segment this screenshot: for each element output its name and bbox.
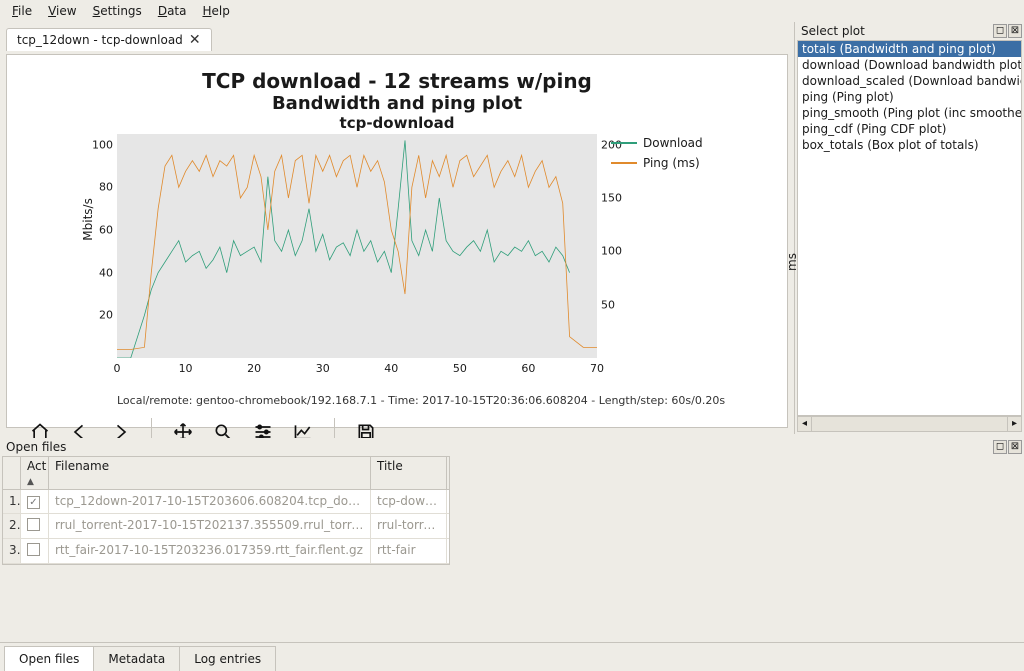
row-checkbox[interactable] xyxy=(21,490,49,513)
row-number: 2 xyxy=(3,514,21,538)
side-panel: Select plot ◻ ⊠ totals (Bandwidth and pi… xyxy=(794,22,1024,434)
plot-type-item[interactable]: ping_smooth (Ping plot (inc smoothed ave… xyxy=(798,105,1021,121)
plot-svg xyxy=(117,134,597,358)
legend-item: Download xyxy=(611,136,771,150)
y-axis-right-label: ms xyxy=(785,253,799,271)
row-number: 1 xyxy=(3,490,21,513)
chart-subtitle: Bandwidth and ping plot xyxy=(17,93,777,114)
open-files-header: Open files ◻ ⊠ xyxy=(0,438,1024,456)
plot-type-item[interactable]: totals (Bandwidth and ping plot) xyxy=(798,41,1021,57)
x-axis-ticks: 010203040506070 xyxy=(117,362,597,376)
side-panel-title: Select plot xyxy=(801,24,865,38)
col-act[interactable]: Act xyxy=(21,457,49,489)
chart-title: TCP download - 12 streams w/ping xyxy=(17,69,777,93)
row-checkbox[interactable] xyxy=(21,514,49,538)
bottom-tabs: Open files Metadata Log entries xyxy=(0,642,1024,670)
menu-file[interactable]: File xyxy=(4,2,40,20)
close-panel-icon[interactable]: ⊠ xyxy=(1008,440,1022,454)
plot-type-list[interactable]: totals (Bandwidth and ping plot)download… xyxy=(797,40,1022,416)
row-title: rrul-torrent xyxy=(371,514,447,538)
table-row[interactable]: 1 tcp_12down-2017-10-15T203606.608204.tcp… xyxy=(3,490,449,514)
open-files-table: Act Filename Title 1 tcp_12down-2017-10-1… xyxy=(2,456,450,565)
menu-settings[interactable]: Settings xyxy=(85,2,150,20)
table-header: Act Filename Title xyxy=(3,457,449,490)
row-filename: rtt_fair-2017-10-15T203236.017359.rtt_fa… xyxy=(49,539,371,563)
plot-type-item[interactable]: ping (Ping plot) xyxy=(798,89,1021,105)
plot-surface[interactable] xyxy=(117,134,597,358)
close-panel-icon[interactable]: ⊠ xyxy=(1008,24,1022,38)
y-axis-left-ticks: 20406080100 xyxy=(83,134,113,358)
chart-area: Mbits/s 20406080100 50100150200 01020304… xyxy=(73,134,777,390)
col-title[interactable]: Title xyxy=(371,457,447,489)
row-filename: rrul_torrent-2017-10-15T202137.355509.rr… xyxy=(49,514,371,538)
plot-type-item[interactable]: ping_cdf (Ping CDF plot) xyxy=(798,121,1021,137)
row-number: 3 xyxy=(3,539,21,563)
table-row[interactable]: 3 rtt_fair-2017-10-15T203236.017359.rtt_f… xyxy=(3,539,449,564)
plot-tab[interactable]: tcp_12down - tcp-download ✕ xyxy=(6,28,212,51)
detach-icon[interactable]: ◻ xyxy=(993,440,1007,454)
menu-view[interactable]: View xyxy=(40,2,84,20)
row-title: rtt-fair xyxy=(371,539,447,563)
row-checkbox[interactable] xyxy=(21,539,49,563)
tab-metadata[interactable]: Metadata xyxy=(93,646,180,671)
close-icon[interactable]: ✕ xyxy=(189,33,201,47)
plot-pane: tcp_12down - tcp-download ✕ TCP download… xyxy=(0,22,794,434)
plot-type-item[interactable]: box_totals (Box plot of totals) xyxy=(798,137,1021,153)
detach-icon[interactable]: ◻ xyxy=(993,24,1007,38)
plot-box: TCP download - 12 streams w/ping Bandwid… xyxy=(6,54,788,428)
open-files-title: Open files xyxy=(6,440,66,454)
chart-footer: Local/remote: gentoo-chromebook/192.168.… xyxy=(17,394,777,407)
col-filename[interactable]: Filename xyxy=(49,457,371,489)
tab-open-files[interactable]: Open files xyxy=(4,646,94,671)
plot-tab-strip: tcp_12down - tcp-download ✕ xyxy=(6,28,212,54)
table-row[interactable]: 2 rrul_torrent-2017-10-15T202137.355509.r… xyxy=(3,514,449,539)
legend: Download Ping (ms) xyxy=(611,136,771,176)
col-rownum[interactable] xyxy=(3,457,21,489)
plot-tab-label: tcp_12down - tcp-download xyxy=(17,33,183,47)
open-files-panel: Open files ◻ ⊠ Act Filename Title 1 tcp_1… xyxy=(0,438,1024,642)
legend-item: Ping (ms) xyxy=(611,156,771,170)
tab-log-entries[interactable]: Log entries xyxy=(179,646,276,671)
menubar: File View Settings Data Help xyxy=(0,0,1024,22)
main-row: tcp_12down - tcp-download ✕ TCP download… xyxy=(0,22,1024,434)
scroll-right-icon[interactable]: ▸ xyxy=(1007,417,1021,431)
scroll-left-icon[interactable]: ◂ xyxy=(798,417,812,431)
side-panel-header: Select plot ◻ ⊠ xyxy=(795,22,1024,40)
chart-series-label: tcp-download xyxy=(17,114,777,132)
menu-data[interactable]: Data xyxy=(150,2,195,20)
row-title: tcp-download xyxy=(371,490,447,513)
row-filename: tcp_12down-2017-10-15T203606.608204.tcp_… xyxy=(49,490,371,513)
plot-type-item[interactable]: download (Download bandwidth plot) xyxy=(798,57,1021,73)
horizontal-scrollbar[interactable]: ◂ ▸ xyxy=(797,416,1022,432)
menu-help[interactable]: Help xyxy=(194,2,237,20)
plot-type-item[interactable]: download_scaled (Download bandwidth w/ax… xyxy=(798,73,1021,89)
